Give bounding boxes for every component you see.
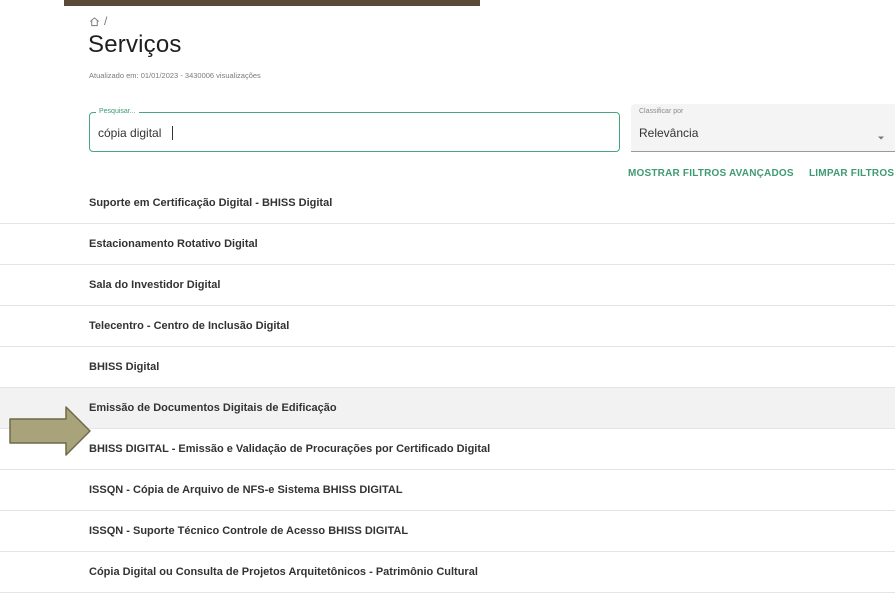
breadcrumb-separator: /	[104, 14, 108, 28]
search-input[interactable]	[98, 124, 598, 142]
search-legend: Pesquisar...	[96, 107, 139, 117]
result-item[interactable]: Cópia Digital ou Consulta de Projetos Ar…	[0, 552, 895, 593]
breadcrumb: /	[89, 14, 107, 28]
annotation-arrow-icon	[8, 405, 92, 462]
results-list: Suporte em Certificação Digital - BHISS …	[0, 183, 895, 593]
sort-label: Classificar por	[639, 108, 684, 115]
result-item[interactable]: Telecentro - Centro de Inclusão Digital	[0, 306, 895, 347]
updated-info: Atualizado em: 01/01/2023 - 3430006 visu…	[89, 71, 261, 80]
result-item[interactable]: Emissão de Documentos Digitais de Edific…	[0, 388, 895, 429]
page-title: Serviços	[88, 31, 182, 58]
sort-select[interactable]: Classificar por Relevância	[631, 104, 895, 152]
result-item[interactable]: Sala do Investidor Digital	[0, 265, 895, 306]
show-advanced-filters-button[interactable]: MOSTRAR FILTROS AVANÇADOS	[628, 168, 794, 179]
sort-value: Relevância	[639, 126, 699, 140]
text-cursor	[172, 126, 173, 140]
result-item[interactable]: Estacionamento Rotativo Digital	[0, 224, 895, 265]
result-item[interactable]: ISSQN - Cópia de Arquivo de NFS-e Sistem…	[0, 470, 895, 511]
dropdown-arrow-icon[interactable]	[877, 128, 885, 146]
result-item[interactable]: ISSQN - Suporte Técnico Controle de Aces…	[0, 511, 895, 552]
search-field[interactable]: Pesquisar...	[89, 107, 620, 152]
clear-filters-button[interactable]: LIMPAR FILTROS	[809, 168, 894, 179]
result-item[interactable]: BHISS DIGITAL - Emissão e Validação de P…	[0, 429, 895, 470]
home-icon[interactable]	[89, 16, 100, 27]
result-item[interactable]: Suporte em Certificação Digital - BHISS …	[0, 183, 895, 224]
result-item[interactable]: BHISS Digital	[0, 347, 895, 388]
top-banner-strip	[64, 0, 480, 6]
